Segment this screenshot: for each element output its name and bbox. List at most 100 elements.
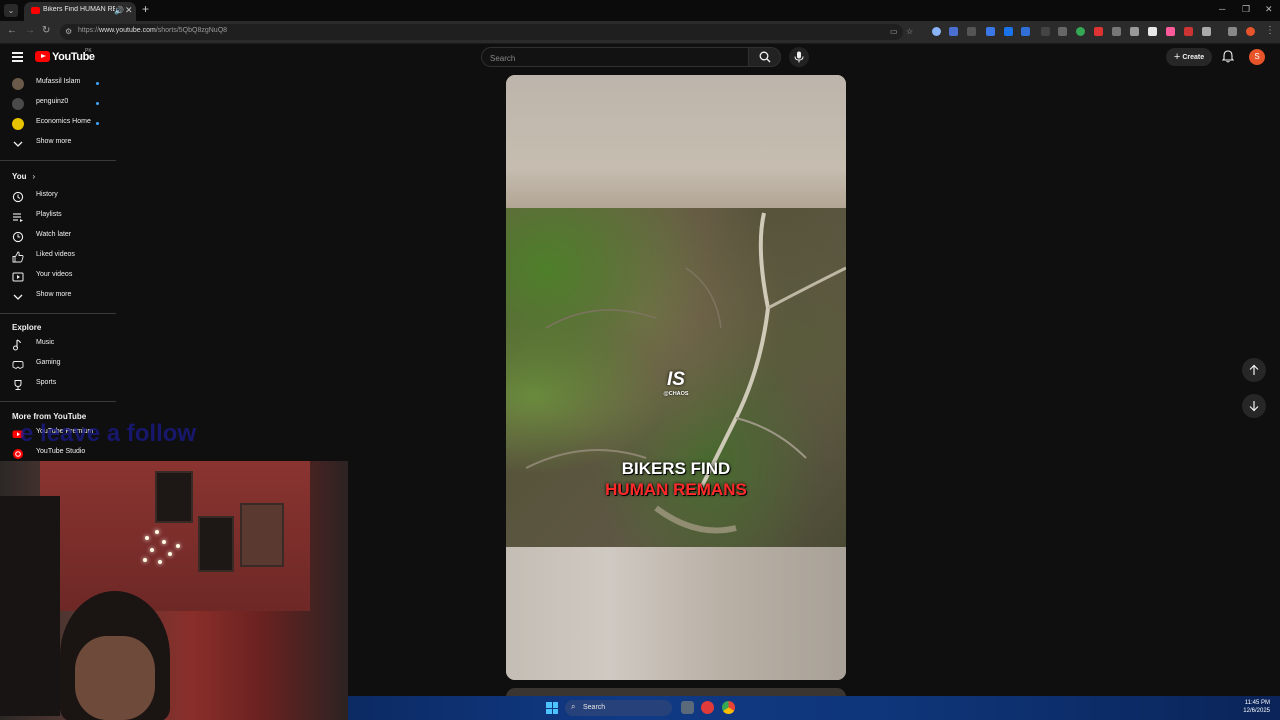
sidebar-show-more-subscriptions[interactable]: Show more: [0, 135, 116, 153]
chevron-down-icon: [13, 294, 23, 300]
windows-start-icon[interactable]: [546, 702, 558, 714]
wall-picture-frame: [240, 503, 284, 567]
new-content-dot: [96, 102, 99, 105]
extensions-puzzle-icon[interactable]: [1202, 27, 1211, 36]
your-videos-icon: [12, 272, 24, 282]
extension-icon[interactable]: [932, 27, 941, 36]
webcam-overlay: [0, 461, 348, 720]
sidebar-subscription-3[interactable]: Economics Home: [0, 115, 116, 133]
tab-audio-icon[interactable]: 🔊: [114, 6, 124, 15]
bookmark-star-icon[interactable]: ☆: [906, 27, 913, 36]
cast-icon[interactable]: ▭: [890, 27, 898, 36]
sidebar-item-label: Mufassil Islam: [36, 78, 81, 85]
watermark-handle: @CHAOS: [663, 391, 689, 397]
extension-icon[interactable]: [1130, 27, 1139, 36]
clock-time: 11:45 PM: [1244, 700, 1270, 706]
profile-icon[interactable]: [1246, 27, 1255, 36]
sidebar-item-label: Economics Home: [36, 118, 91, 125]
back-icon[interactable]: ←: [7, 25, 17, 36]
restore-icon[interactable]: ❐: [1242, 4, 1250, 15]
extension-icon[interactable]: [1166, 27, 1175, 36]
create-label: Create: [1182, 54, 1205, 61]
search-icon: ⌕: [571, 702, 576, 711]
channel-avatar: [12, 78, 24, 90]
sidebar-item-watch-later[interactable]: Watch later: [0, 228, 116, 246]
guide-menu-icon[interactable]: [12, 52, 23, 65]
extension-icon[interactable]: [949, 27, 958, 36]
search-input[interactable]: [488, 51, 742, 65]
chevron-right-icon: ›: [32, 172, 36, 181]
caption-line-1: BIKERS FIND: [621, 459, 731, 478]
sidebar-item-your-videos[interactable]: Your videos: [0, 268, 116, 286]
browser-menu-icon[interactable]: ⋮: [1265, 25, 1275, 36]
app-icon[interactable]: [701, 701, 714, 714]
sidebar-show-more-you[interactable]: Show more: [0, 288, 116, 306]
create-button[interactable]: + Create: [1166, 48, 1212, 66]
extension-icon[interactable]: [967, 27, 976, 36]
sidebar-item-history[interactable]: History: [0, 188, 116, 206]
video-frame[interactable]: IS @CHAOS BIKERS FIND HUMAN REMANS: [506, 208, 846, 547]
browser-toolbar: ← → ↻ ⚙ https://www.youtube.com/shorts/5…: [0, 21, 1280, 44]
reload-icon[interactable]: ↻: [42, 25, 50, 36]
address-url: https://www.youtube.com/shorts/5QbQ8zgNu…: [78, 27, 228, 34]
next-short-button[interactable]: [1242, 394, 1266, 418]
watch-later-icon: [12, 231, 24, 243]
forward-icon[interactable]: →: [25, 25, 35, 36]
search-button[interactable]: [748, 47, 781, 67]
extension-icon[interactable]: [1004, 27, 1013, 36]
channel-avatar: [12, 98, 24, 110]
youtube-logo-icon[interactable]: [35, 51, 50, 62]
music-icon: [13, 339, 21, 351]
person-face: [75, 636, 155, 720]
taskbar-search-label: Search: [583, 704, 606, 711]
chrome-icon[interactable]: [722, 701, 735, 714]
video-blur-bottom: [506, 547, 846, 680]
extension-icon[interactable]: [1184, 27, 1193, 36]
sidebar-you-header[interactable]: You ›: [12, 172, 35, 181]
gaming-icon: [12, 361, 24, 370]
voice-search-button[interactable]: [789, 47, 809, 67]
extension-icon[interactable]: [1076, 27, 1085, 36]
extension-icon[interactable]: [1021, 27, 1030, 36]
sidebar-item-label: Show more: [36, 138, 72, 145]
extension-icon[interactable]: [1094, 27, 1103, 36]
extension-icon[interactable]: [1058, 27, 1067, 36]
minimize-icon[interactable]: ─: [1219, 4, 1225, 14]
taskbar-search[interactable]: ⌕ Search: [565, 700, 672, 716]
new-content-dot: [96, 122, 99, 125]
video-blur-top: [506, 75, 846, 208]
history-icon: [12, 191, 24, 203]
sidebar-item-gaming[interactable]: Gaming: [0, 356, 116, 374]
sidebar-item-playlists[interactable]: Playlists: [0, 208, 116, 226]
new-tab-button[interactable]: +: [142, 3, 149, 15]
sidebar-item-music[interactable]: Music: [0, 336, 116, 354]
notifications-bell-icon[interactable]: [1222, 50, 1234, 63]
sidebar-item-liked-videos[interactable]: Liked videos: [0, 248, 116, 266]
window-close-icon[interactable]: ✕: [1265, 4, 1273, 15]
tab-search-button[interactable]: ⌄: [4, 4, 18, 17]
account-avatar[interactable]: S: [1249, 49, 1265, 65]
sidebar-item-sports[interactable]: Sports: [0, 376, 116, 394]
sidepanel-icon[interactable]: [1228, 27, 1237, 36]
tab-title: Bikers Find HUMAN REMAINS: [43, 6, 115, 13]
taskbar-clock[interactable]: 11:45 PM 12/6/2025: [1243, 699, 1270, 715]
plus-icon: +: [1173, 51, 1181, 63]
sidebar-item-label: Sports: [36, 379, 57, 386]
tab-close-icon[interactable]: ✕: [125, 5, 133, 16]
taskview-icon[interactable]: [681, 701, 694, 714]
extension-icon[interactable]: [986, 27, 995, 36]
extension-icon[interactable]: [1148, 27, 1157, 36]
address-bar[interactable]: ⚙ https://www.youtube.com/shorts/5QbQ8zg…: [60, 24, 913, 40]
sidebar-subscription-1[interactable]: Mufassil Islam: [0, 75, 116, 93]
extension-icon[interactable]: [1041, 27, 1050, 36]
shorts-player[interactable]: IS @CHAOS BIKERS FIND HUMAN REMANS: [506, 75, 846, 680]
browser-tab-active[interactable]: Bikers Find HUMAN REMAINS 🔊 ✕: [24, 2, 136, 21]
sidebar-item-label: penguinz0: [36, 98, 69, 105]
previous-short-button[interactable]: [1242, 358, 1266, 382]
extension-icon[interactable]: [1112, 27, 1121, 36]
sidebar-item-label: Your videos: [36, 271, 73, 278]
wall-picture-frame: [198, 516, 234, 572]
arrow-down-icon: [1249, 401, 1259, 412]
site-info-icon[interactable]: ⚙: [65, 27, 72, 36]
sidebar-subscription-2[interactable]: penguinz0: [0, 95, 116, 113]
